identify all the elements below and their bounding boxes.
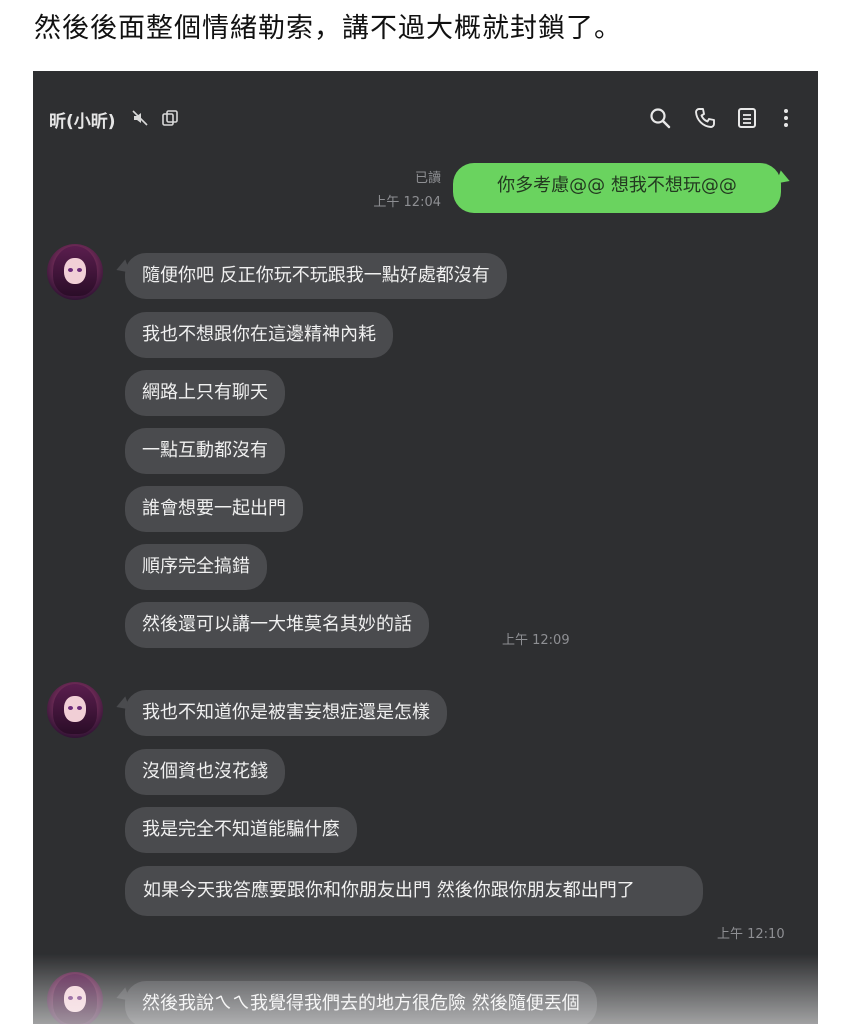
incoming-message[interactable]: 我也不知道你是被害妄想症還是怎樣: [125, 690, 447, 736]
contact-avatar[interactable]: [47, 682, 103, 738]
incoming-message[interactable]: 我也不想跟你在這邊精神內耗: [125, 312, 393, 358]
incoming-message[interactable]: 一點互動都沒有: [125, 428, 285, 474]
note-icon[interactable]: [160, 108, 180, 128]
incoming-message[interactable]: 如果今天我答應要跟你和你朋友出門 然後你跟你朋友都出門了: [125, 866, 703, 916]
more-vertical-icon[interactable]: [773, 105, 799, 131]
phone-icon[interactable]: [692, 105, 718, 131]
incoming-message[interactable]: 然後還可以講一大堆莫名其妙的話: [125, 602, 429, 648]
search-icon[interactable]: [647, 105, 673, 131]
incoming-message[interactable]: 我是完全不知道能騙什麼: [125, 807, 357, 853]
post-caption: 然後後面整個情緒勒索，講不過大概就封鎖了。: [34, 13, 622, 44]
incoming-message[interactable]: 網路上只有聊天: [125, 370, 285, 416]
menu-list-icon[interactable]: [734, 105, 760, 131]
incoming-message[interactable]: 誰會想要一起出門: [125, 486, 303, 532]
message-time: 上午 12:04: [373, 195, 441, 210]
message-time: 上午 12:10: [717, 927, 785, 942]
incoming-message[interactable]: 然後我說ㄟㄟ我覺得我們去的地方很危險 然後隨便丟個: [125, 981, 597, 1024]
incoming-message[interactable]: 沒個資也沒花錢: [125, 749, 285, 795]
chat-header: 昕(小昕): [33, 71, 818, 161]
chat-title: 昕(小昕): [49, 112, 116, 132]
message-time: 上午 12:09: [502, 633, 570, 648]
mute-icon: [130, 108, 150, 128]
chat-screenshot: 昕(小昕) 已讀 上午 12:04 你多考慮@@ 想我不想玩@@ 隨便你吧 反正…: [33, 71, 818, 1024]
read-receipt: 已讀: [414, 171, 441, 186]
outgoing-message[interactable]: 你多考慮@@ 想我不想玩@@: [453, 163, 781, 213]
incoming-message[interactable]: 順序完全搞錯: [125, 544, 267, 590]
contact-avatar[interactable]: [47, 972, 103, 1024]
contact-avatar[interactable]: [47, 244, 103, 300]
incoming-message[interactable]: 隨便你吧 反正你玩不玩跟我一點好處都沒有: [125, 253, 507, 299]
